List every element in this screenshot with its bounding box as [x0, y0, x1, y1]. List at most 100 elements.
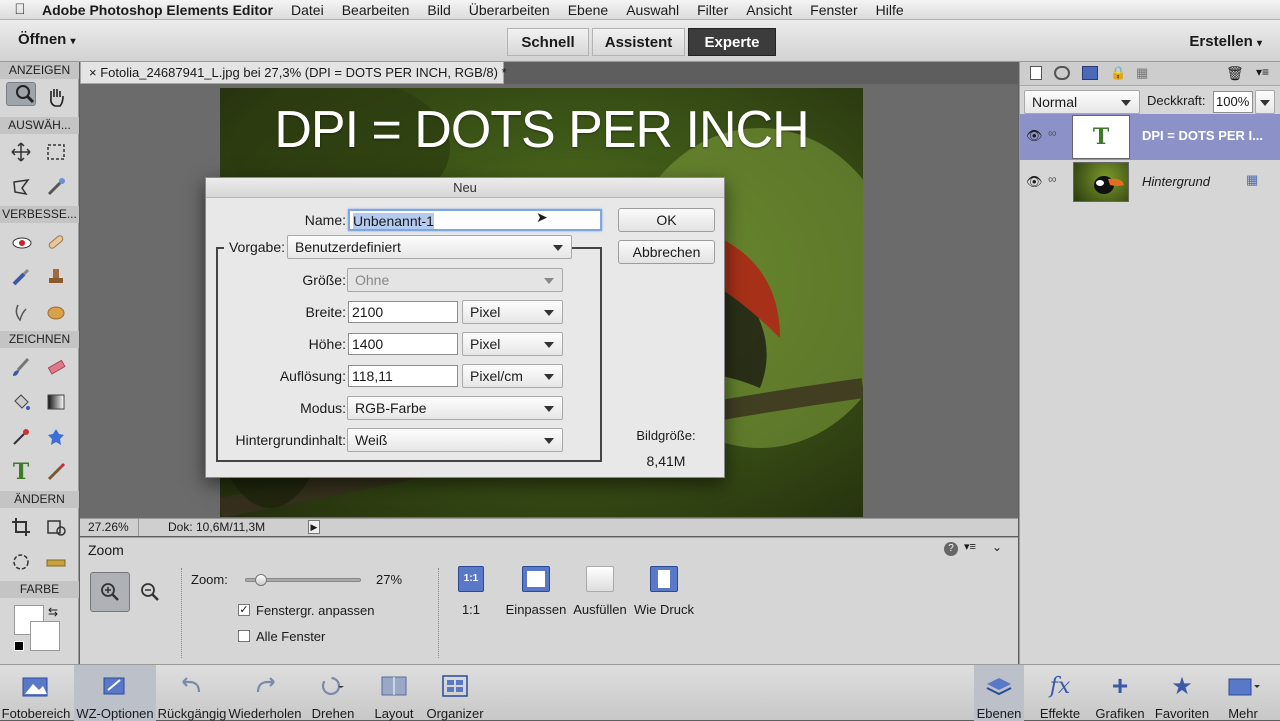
- marquee-tool-icon[interactable]: [41, 137, 71, 167]
- lock-transparency-icon[interactable]: ▦: [1136, 65, 1148, 81]
- lock-icon[interactable]: 🔒: [1110, 65, 1126, 81]
- healing-brush-tool-icon[interactable]: [41, 227, 71, 257]
- recompose-tool-icon[interactable]: [41, 512, 71, 542]
- menu-ansicht[interactable]: Ansicht: [737, 2, 801, 18]
- default-colors-icon[interactable]: [14, 641, 24, 651]
- zoom-tool-icon[interactable]: [6, 82, 36, 106]
- crop-tool-icon[interactable]: [6, 512, 36, 542]
- opacity-input[interactable]: 100%: [1213, 91, 1253, 113]
- eraser-tool-icon[interactable]: [41, 352, 71, 382]
- gradient-tool-icon[interactable]: [41, 387, 71, 417]
- help-icon[interactable]: ?: [944, 542, 958, 556]
- status-menu-arrow-icon[interactable]: ▶: [308, 520, 320, 534]
- panel-menu-icon[interactable]: ▾≡: [1256, 65, 1269, 79]
- zoom-out-icon[interactable]: [130, 572, 170, 612]
- trash-icon[interactable]: 🗑: [1226, 65, 1244, 82]
- effects-button[interactable]: fx Effekte: [1034, 665, 1086, 721]
- undo-button[interactable]: Rückgängig: [158, 665, 226, 721]
- layer-row-text[interactable]: 👁 ∞ T DPI = DOTS PER I...: [1020, 114, 1280, 160]
- lock-icon[interactable]: ▦: [1246, 172, 1258, 188]
- photo-bin-button[interactable]: Fotobereich: [2, 665, 70, 721]
- height-unit-select[interactable]: Pixel: [462, 332, 563, 356]
- menu-hilfe[interactable]: Hilfe: [867, 2, 913, 18]
- mode-experte-button[interactable]: Experte: [688, 28, 776, 56]
- zoom-slider-track[interactable]: [245, 574, 361, 586]
- opacity-dropdown[interactable]: [1255, 90, 1275, 114]
- visibility-eye-icon[interactable]: 👁: [1026, 128, 1043, 144]
- width-input[interactable]: 2100: [348, 301, 458, 323]
- color-swatches[interactable]: ⇆: [14, 605, 62, 653]
- all-windows-checkbox[interactable]: [238, 630, 250, 642]
- quick-selection-tool-icon[interactable]: [41, 172, 71, 202]
- document-tab[interactable]: × Fotolia_24687941_L.jpg bei 27,3% (DPI …: [80, 62, 507, 84]
- menu-bild[interactable]: Bild: [418, 2, 459, 18]
- layers-button[interactable]: Ebenen: [974, 665, 1024, 721]
- custom-shape-tool-icon[interactable]: [41, 422, 71, 452]
- app-name-menu[interactable]: Adobe Photoshop Elements Editor: [40, 2, 282, 18]
- layer-name[interactable]: DPI = DOTS PER I...: [1142, 128, 1263, 143]
- mode-assistent-button[interactable]: Assistent: [592, 28, 685, 56]
- zoom-in-icon[interactable]: [90, 572, 130, 612]
- apple-menu-icon[interactable]: : [0, 1, 40, 18]
- collapse-panel-icon[interactable]: ⌄: [992, 540, 1002, 554]
- new-layer-icon[interactable]: [1030, 66, 1042, 80]
- menu-ueberarbeiten[interactable]: Überarbeiten: [460, 2, 559, 18]
- ok-button[interactable]: OK: [618, 208, 715, 232]
- swap-colors-icon[interactable]: ⇆: [48, 605, 58, 619]
- sponge-tool-icon[interactable]: [41, 297, 71, 327]
- content-aware-move-tool-icon[interactable]: [6, 547, 36, 577]
- height-input[interactable]: 1400: [348, 333, 458, 355]
- mode-select[interactable]: RGB-Farbe: [347, 396, 563, 420]
- layer-name[interactable]: Hintergrund: [1142, 174, 1210, 189]
- fill-screen-button[interactable]: [586, 566, 614, 592]
- fit-window-checkbox[interactable]: ✓: [238, 604, 250, 616]
- one-to-one-button[interactable]: 1:1: [458, 566, 484, 592]
- menu-filter[interactable]: Filter: [688, 2, 737, 18]
- tool-options-button[interactable]: WZ-Optionen: [74, 665, 156, 721]
- name-input[interactable]: Unbenannt-1: [348, 209, 602, 231]
- cancel-button[interactable]: Abbrechen: [618, 240, 715, 264]
- pencil-tool-icon[interactable]: [41, 457, 71, 487]
- zoom-readout[interactable]: 27.26%: [88, 519, 129, 536]
- adjustment-layer-icon[interactable]: [1054, 66, 1070, 80]
- organizer-button[interactable]: Organizer: [424, 665, 486, 721]
- rotate-button[interactable]: Drehen: [306, 665, 360, 721]
- layer-row-background[interactable]: 👁 ∞ Hintergrund ▦: [1020, 160, 1280, 206]
- lasso-tool-icon[interactable]: [6, 172, 36, 202]
- graphics-button[interactable]: + Grafiken: [1092, 665, 1148, 721]
- zoom-slider-thumb[interactable]: [255, 574, 268, 586]
- smart-brush-tool-icon[interactable]: [6, 262, 36, 292]
- blend-mode-select[interactable]: Normal: [1024, 90, 1140, 114]
- create-menu-button[interactable]: Erstellen ▾: [1189, 33, 1262, 50]
- blur-tool-icon[interactable]: [6, 297, 36, 327]
- image-text-layer[interactable]: DPI = DOTS PER INCH: [220, 100, 863, 160]
- link-icon[interactable]: ∞: [1048, 126, 1057, 140]
- menu-bearbeiten[interactable]: Bearbeiten: [333, 2, 419, 18]
- move-tool-icon[interactable]: [6, 137, 36, 167]
- favorites-button[interactable]: ★ Favoriten: [1152, 665, 1212, 721]
- close-tab-icon[interactable]: ×: [89, 65, 97, 80]
- menu-fenster[interactable]: Fenster: [801, 2, 866, 18]
- paint-bucket-tool-icon[interactable]: [6, 387, 36, 417]
- print-size-button[interactable]: [650, 566, 678, 592]
- resolution-input[interactable]: 118,11: [348, 365, 458, 387]
- clone-stamp-tool-icon[interactable]: [41, 262, 71, 292]
- resolution-unit-select[interactable]: Pixel/cm: [462, 364, 563, 388]
- visibility-eye-icon[interactable]: 👁: [1026, 174, 1043, 190]
- menu-auswahl[interactable]: Auswahl: [617, 2, 688, 18]
- preset-select[interactable]: Benutzerdefiniert: [287, 235, 572, 259]
- menu-ebene[interactable]: Ebene: [559, 2, 617, 18]
- more-button[interactable]: Mehr: [1218, 665, 1268, 721]
- layout-button[interactable]: Layout: [368, 665, 420, 721]
- hand-tool-icon[interactable]: [41, 82, 71, 112]
- background-contents-select[interactable]: Weiß: [347, 428, 563, 452]
- mode-schnell-button[interactable]: Schnell: [507, 28, 589, 56]
- brush-tool-icon[interactable]: [6, 352, 36, 382]
- panel-menu-icon[interactable]: ▾≡: [964, 540, 976, 553]
- menu-datei[interactable]: Datei: [282, 2, 333, 18]
- red-eye-tool-icon[interactable]: [6, 227, 36, 257]
- size-select[interactable]: Ohne: [347, 268, 563, 292]
- straighten-tool-icon[interactable]: [41, 547, 71, 577]
- width-unit-select[interactable]: Pixel: [462, 300, 563, 324]
- eyedropper-tool-icon[interactable]: [6, 422, 36, 452]
